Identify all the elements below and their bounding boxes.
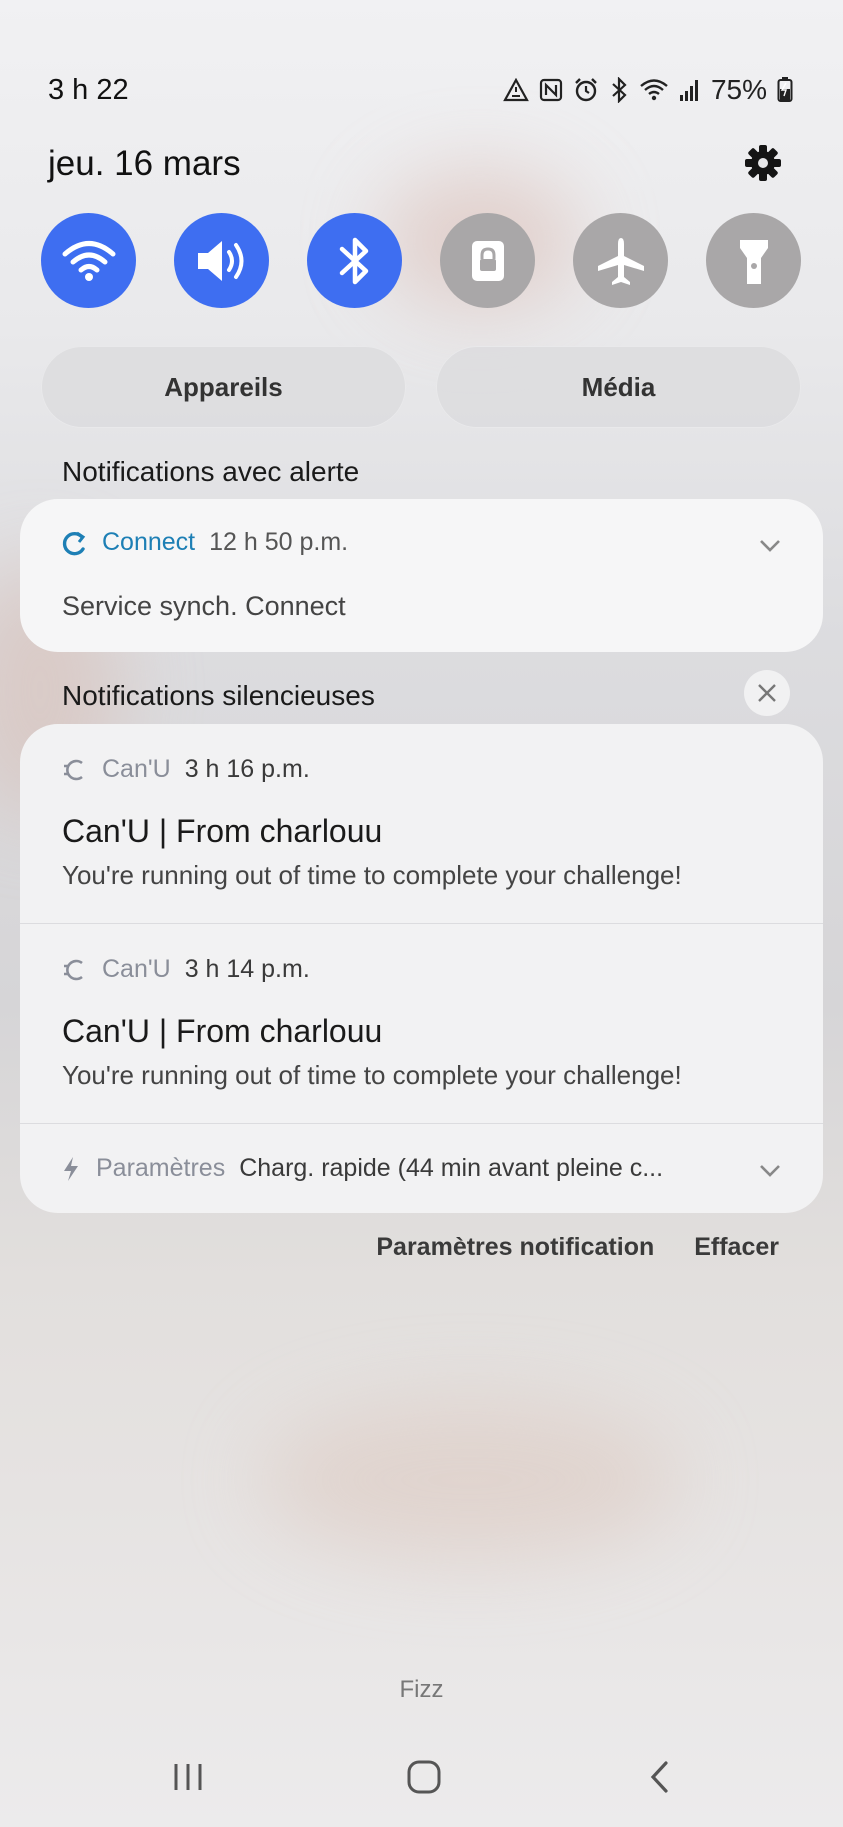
clear-all-button[interactable]: Effacer (694, 1233, 779, 1262)
canu-app-icon (64, 959, 83, 980)
quick-toggles (41, 213, 801, 308)
devices-button[interactable]: Appareils (41, 346, 406, 428)
date-label: jeu. 16 mars (48, 144, 241, 183)
background-blur (260, 1400, 680, 1560)
app-name: Can'U (102, 755, 171, 783)
back-button[interactable] (630, 1752, 690, 1802)
notification-title: Can'U | From charlouu (62, 1013, 383, 1049)
signal-icon (679, 80, 698, 101)
flashlight-toggle[interactable] (706, 213, 801, 308)
status-icons: 75% (503, 74, 793, 106)
airplane-icon (597, 237, 644, 285)
nfc-icon (539, 78, 563, 102)
notification-header: Connect 12 h 50 p.m. (60, 528, 348, 557)
sound-toggle[interactable] (174, 213, 269, 308)
gear-icon[interactable] (743, 143, 783, 183)
clear-silent-button[interactable] (744, 670, 790, 716)
notification-actions: Paramètres notification Effacer (376, 1233, 779, 1262)
alarm-icon (575, 78, 597, 102)
notification-time: 3 h 14 p.m. (184, 955, 310, 983)
notification-body: Service synch. Connect (62, 591, 346, 621)
recent-apps-icon (174, 1764, 202, 1790)
notification-time: 3 h 16 p.m. (184, 755, 310, 783)
app-name: Paramètres (96, 1154, 226, 1182)
lightning-icon (64, 1156, 78, 1181)
notification-header: Can'U 3 h 16 p.m. (60, 755, 310, 784)
silent-section-label: Notifications silencieuses (62, 680, 375, 711)
sync-icon (62, 531, 86, 555)
media-device-row: Appareils Média (41, 346, 801, 428)
notification-connect[interactable]: Connect 12 h 50 p.m. Service synch. Conn… (20, 499, 823, 652)
app-name: Connect (102, 528, 196, 556)
carrier-label: Fizz (399, 1676, 444, 1703)
status-bar: 3 h 22 75% (0, 70, 843, 110)
media-button[interactable]: Média (436, 346, 801, 428)
volume-icon (197, 240, 243, 281)
battery-percent: 75% (710, 74, 767, 105)
notification-text: You're running out of time to complete y… (62, 860, 682, 890)
notification-settings-charging[interactable]: Paramètres Charg. rapide (44 min avant p… (20, 1124, 823, 1213)
notification-text: You're running out of time to complete y… (62, 1060, 682, 1090)
app-name: Can'U (102, 955, 171, 983)
chevron-down-icon[interactable] (757, 1157, 783, 1183)
chevron-down-icon[interactable] (757, 532, 783, 558)
back-icon (650, 1761, 668, 1793)
navigation-bar (0, 1752, 843, 1802)
wifi-icon (640, 79, 668, 101)
silent-notifications-card: Can'U 3 h 16 p.m. Can'U | From charlouu … (20, 724, 823, 1213)
recent-apps-button[interactable] (158, 1752, 218, 1802)
bluetooth-icon (612, 77, 627, 103)
wifi-toggle[interactable] (41, 213, 136, 308)
notification-canu[interactable]: Can'U 3 h 16 p.m. Can'U | From charlouu … (20, 724, 823, 923)
wifi-icon (62, 240, 115, 281)
battery-charging-icon (777, 77, 793, 102)
notification-settings-button[interactable]: Paramètres notification (376, 1233, 654, 1262)
alert-section-label: Notifications avec alerte (62, 456, 360, 487)
notification-canu[interactable]: Can'U 3 h 14 p.m. Can'U | From charlouu … (20, 924, 823, 1123)
notification-header: Can'U 3 h 14 p.m. (60, 955, 310, 984)
alert-triangle-icon (503, 78, 529, 102)
notification-time: 12 h 50 p.m. (209, 528, 349, 556)
bluetooth-icon (339, 237, 368, 284)
flashlight-icon (739, 239, 768, 284)
lock-icon (471, 240, 504, 281)
notification-header: Paramètres Charg. rapide (44 min avant p… (60, 1154, 663, 1183)
rotation-lock-toggle[interactable] (440, 213, 535, 308)
status-time: 3 h 22 (48, 74, 129, 106)
canu-app-icon (64, 759, 83, 780)
close-icon (758, 684, 776, 702)
home-button[interactable] (394, 1752, 454, 1802)
notification-text: Charg. rapide (44 min avant pleine c... (239, 1154, 664, 1182)
airplane-toggle[interactable] (573, 213, 668, 308)
home-icon (407, 1760, 441, 1794)
bluetooth-toggle[interactable] (307, 213, 402, 308)
notification-title: Can'U | From charlouu (62, 813, 383, 849)
